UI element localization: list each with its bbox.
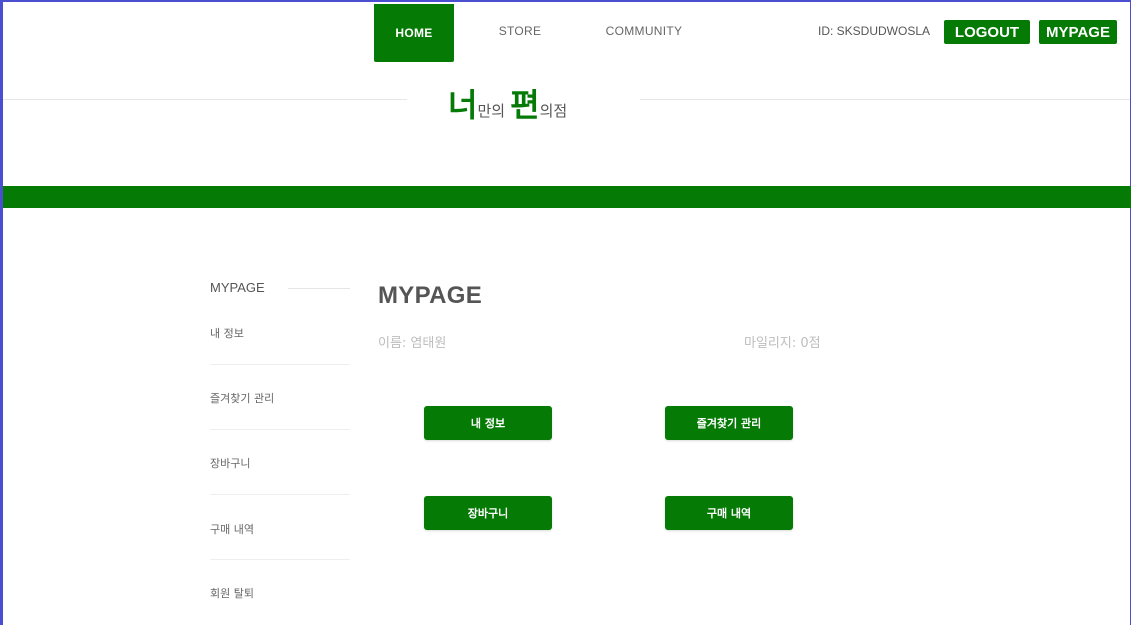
sidebar-item-cart[interactable]: 장바구니 (210, 455, 250, 471)
nav-home[interactable]: HOME (374, 4, 454, 62)
logo-divider-right (640, 99, 1130, 100)
sidebar-divider (210, 494, 350, 495)
page-title: MYPAGE (378, 282, 483, 309)
header-band (3, 186, 1131, 208)
sidebar-title: MYPAGE (210, 280, 265, 295)
logout-button[interactable]: LOGOUT (944, 20, 1030, 44)
sidebar-title-divider (288, 288, 350, 289)
sidebar-divider (210, 559, 350, 560)
user-name: 이름: 염태원 (378, 336, 447, 351)
site-logo[interactable]: 너만의 편의점 (448, 80, 567, 126)
sidebar-divider (210, 364, 350, 365)
sidebar-item-orders[interactable]: 구매 내역 (210, 521, 254, 537)
favorites-button[interactable]: 즐겨찾기 관리 (665, 406, 793, 440)
logo-text-2: 의점 (539, 102, 568, 120)
nav-community[interactable]: COMMUNITY (596, 2, 692, 60)
nav-store[interactable]: STORE (490, 2, 550, 60)
orders-button[interactable]: 구매 내역 (665, 496, 793, 530)
sidebar-item-withdraw[interactable]: 회원 탈퇴 (210, 585, 254, 601)
sidebar-item-favorites[interactable]: 즐겨찾기 관리 (210, 390, 274, 406)
my-info-button[interactable]: 내 정보 (424, 406, 552, 440)
logo-divider-left (3, 99, 407, 100)
sidebar-divider (210, 429, 350, 430)
mypage-button[interactable]: MYPAGE (1039, 20, 1117, 44)
cart-button[interactable]: 장바구니 (424, 496, 552, 530)
logo-char-2: 편 (510, 86, 540, 124)
logo-text-1: 만의 (477, 102, 506, 120)
user-id-label: ID: SKSDUDWOSLA (818, 24, 931, 38)
logo-char-1: 너 (448, 86, 478, 124)
user-mileage: 마일리지: 0점 (744, 336, 821, 351)
sidebar-item-my-info[interactable]: 내 정보 (210, 325, 244, 341)
